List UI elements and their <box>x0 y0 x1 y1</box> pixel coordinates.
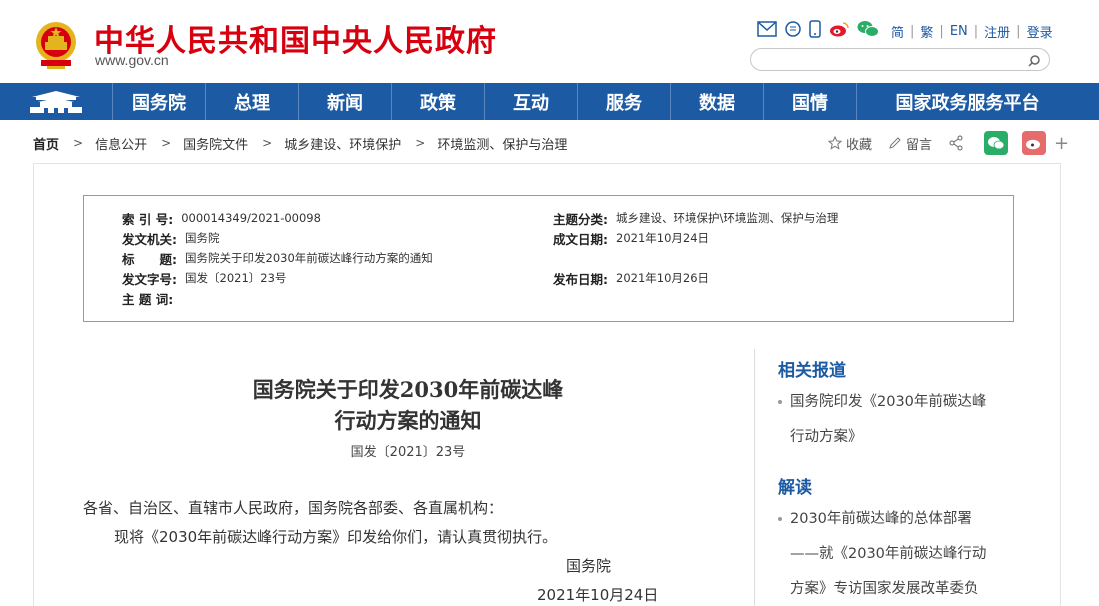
publish-label: 发布日期: <box>553 271 608 287</box>
subject-value: 城乡建设、环境保护\环境监测、保护与治理 <box>616 211 839 225</box>
nav-policy[interactable]: 政策 <box>392 83 485 120</box>
article-signature: 国务院 <box>566 557 612 575</box>
chevron-right-icon: > <box>161 136 172 150</box>
article-title-line1: 国务院关于印发2030年前碳达峰 <box>252 377 564 402</box>
lang-traditional-link[interactable]: 繁 <box>920 22 933 41</box>
breadcrumb-env-monitoring[interactable]: 环境监测、保护与治理 <box>437 134 567 153</box>
nav-data[interactable]: 数据 <box>671 83 764 120</box>
publish-value: 2021年10月26日 <box>616 271 710 285</box>
article-doc-number: 国发〔2021〕23号 <box>350 445 466 460</box>
interpret-item-line2[interactable]: ——就《2030年前碳达峰行动 <box>778 537 1008 572</box>
info-issuer-row: 发文机关: 国务院 <box>122 230 220 247</box>
article-salutation: 各省、自治区、直辖市人民政府，国务院各部委、各直属机构： <box>83 499 504 517</box>
site-header: 中华人民共和国中央人民政府 www.gov.cn 简 | 繁 | EN | 注册… <box>0 0 1099 83</box>
weibo-share-icon[interactable] <box>1022 131 1047 155</box>
separator: | <box>910 23 915 39</box>
docno-label: 发文字号: <box>122 271 177 287</box>
lang-links: 简 | 繁 | EN | 注册 | 登录 <box>891 22 1053 41</box>
chevron-right-icon: > <box>262 136 273 150</box>
breadcrumb-council-docs[interactable]: 国务院文件 <box>183 134 248 153</box>
wechat-icon[interactable] <box>857 20 879 42</box>
separator: | <box>939 23 944 39</box>
interpret-item-line1[interactable]: 2030年前碳达峰的总体部署 <box>778 502 1008 537</box>
subject-label: 主题分类: <box>553 211 608 227</box>
docno-value: 国发〔2021〕23号 <box>185 271 287 285</box>
bullet-icon <box>778 400 782 404</box>
breadcrumb: 首页 > 信息公开 > 国务院文件 > 城乡建设、环境保护 > 环境监测、保护与… <box>33 133 567 153</box>
bullet-icon <box>778 517 782 521</box>
comment-button[interactable]: 留言 <box>888 134 932 153</box>
related-item-line1[interactable]: 国务院印发《2030年前碳达峰 <box>778 385 1008 420</box>
chevron-right-icon: > <box>415 136 426 150</box>
favorite-label: 收藏 <box>846 137 873 153</box>
info-table: 索 引 号: 000014349/2021-00098 主题分类: 城乡建设、环… <box>83 195 1014 322</box>
search-icon[interactable] <box>1027 53 1041 72</box>
date-value: 2021年10月24日 <box>616 231 710 245</box>
info-docno-row: 发文字号: 国发〔2021〕23号 <box>122 270 287 287</box>
main-nav: 国务院 总理 新闻 政策 互动 服务 数据 国情 国家政务服务平台 <box>0 83 1099 120</box>
breadcrumb-urban-env[interactable]: 城乡建设、环境保护 <box>284 134 401 153</box>
message-icon[interactable] <box>785 21 801 41</box>
share-toolbar: 收藏 留言 + <box>828 131 1069 155</box>
weibo-icon[interactable] <box>829 21 849 41</box>
related-item-line2[interactable]: 行动方案》 <box>778 420 1008 455</box>
wechat-share-icon[interactable] <box>984 131 1009 155</box>
index-label: 索 引 号: <box>122 211 174 227</box>
site-url[interactable]: www.gov.cn <box>95 52 169 68</box>
interpret-heading: 解读 <box>778 478 812 498</box>
register-link[interactable]: 注册 <box>984 22 1010 41</box>
separator: | <box>973 23 979 39</box>
title-value: 国务院关于印发2030年前碳达峰行动方案的通知 <box>185 251 433 265</box>
interpret-item[interactable]: 2030年前碳达峰的总体部署 ——就《2030年前碳达峰行动 方案》专访国家发展… <box>778 502 1008 606</box>
related-item[interactable]: 国务院印发《2030年前碳达峰 行动方案》 <box>778 385 1008 455</box>
top-tools: 简 | 繁 | EN | 注册 | 登录 <box>757 20 1053 42</box>
nav-gov-service-platform[interactable]: 国家政务服务平台 <box>857 83 1078 120</box>
share-icon[interactable] <box>948 135 968 151</box>
content-frame: 索 引 号: 000014349/2021-00098 主题分类: 城乡建设、环… <box>33 163 1061 606</box>
lang-english-link[interactable]: EN <box>950 24 968 39</box>
related-heading: 相关报道 <box>778 361 846 381</box>
search-box <box>750 48 1050 71</box>
nav-news[interactable]: 新闻 <box>299 83 392 120</box>
info-title-row: 标 题: 国务院关于印发2030年前碳达峰行动方案的通知 <box>122 250 433 267</box>
info-publish-row: 发布日期: 2021年10月26日 <box>553 270 710 287</box>
mobile-icon[interactable] <box>809 20 821 42</box>
interpret-item-line3[interactable]: 方案》专访国家发展改革委负 <box>778 572 1008 606</box>
comment-label: 留言 <box>906 137 933 153</box>
chevron-right-icon: > <box>73 136 84 150</box>
breadcrumb-home[interactable]: 首页 <box>33 134 59 153</box>
article-title-line2: 行动方案的通知 <box>334 408 482 433</box>
nav-national-info[interactable]: 国情 <box>764 83 857 120</box>
issuer-value: 国务院 <box>185 231 220 245</box>
issuer-label: 发文机关: <box>122 231 177 247</box>
article-body: 现将《2030年前碳达峰行动方案》印发给你们，请认真贯彻执行。 <box>114 528 558 546</box>
national-emblem-icon[interactable] <box>33 20 79 70</box>
mail-icon[interactable] <box>757 21 777 41</box>
info-subject-row: 主题分类: 城乡建设、环境保护\环境监测、保护与治理 <box>553 210 839 227</box>
more-share-icon[interactable]: + <box>1054 133 1069 154</box>
nav-state-council[interactable]: 国务院 <box>113 83 206 120</box>
login-link[interactable]: 登录 <box>1027 22 1053 41</box>
info-date-row: 成文日期: 2021年10月24日 <box>553 230 710 247</box>
keywords-label: 主 题 词: <box>122 291 174 307</box>
separator: | <box>1016 23 1021 39</box>
breadcrumb-info-public[interactable]: 信息公开 <box>95 134 147 153</box>
nav-interaction[interactable]: 互动 <box>485 83 578 120</box>
favorite-button[interactable]: 收藏 <box>828 134 872 153</box>
sidebar-divider <box>754 349 755 606</box>
date-label: 成文日期: <box>553 231 608 247</box>
title-label: 标 题: <box>122 251 177 267</box>
tiananmen-icon[interactable] <box>0 83 113 120</box>
star-icon <box>828 136 842 150</box>
info-index-row: 索 引 号: 000014349/2021-00098 <box>122 210 321 227</box>
info-keywords-row: 主 题 词: <box>122 290 181 307</box>
lang-simplified-link[interactable]: 简 <box>891 22 904 41</box>
article-sign-date: 2021年10月24日 <box>537 586 659 604</box>
search-input[interactable] <box>761 49 1021 71</box>
nav-service[interactable]: 服务 <box>578 83 671 120</box>
nav-premier[interactable]: 总理 <box>206 83 299 120</box>
pencil-icon <box>889 137 901 149</box>
index-value: 000014349/2021-00098 <box>181 211 321 225</box>
